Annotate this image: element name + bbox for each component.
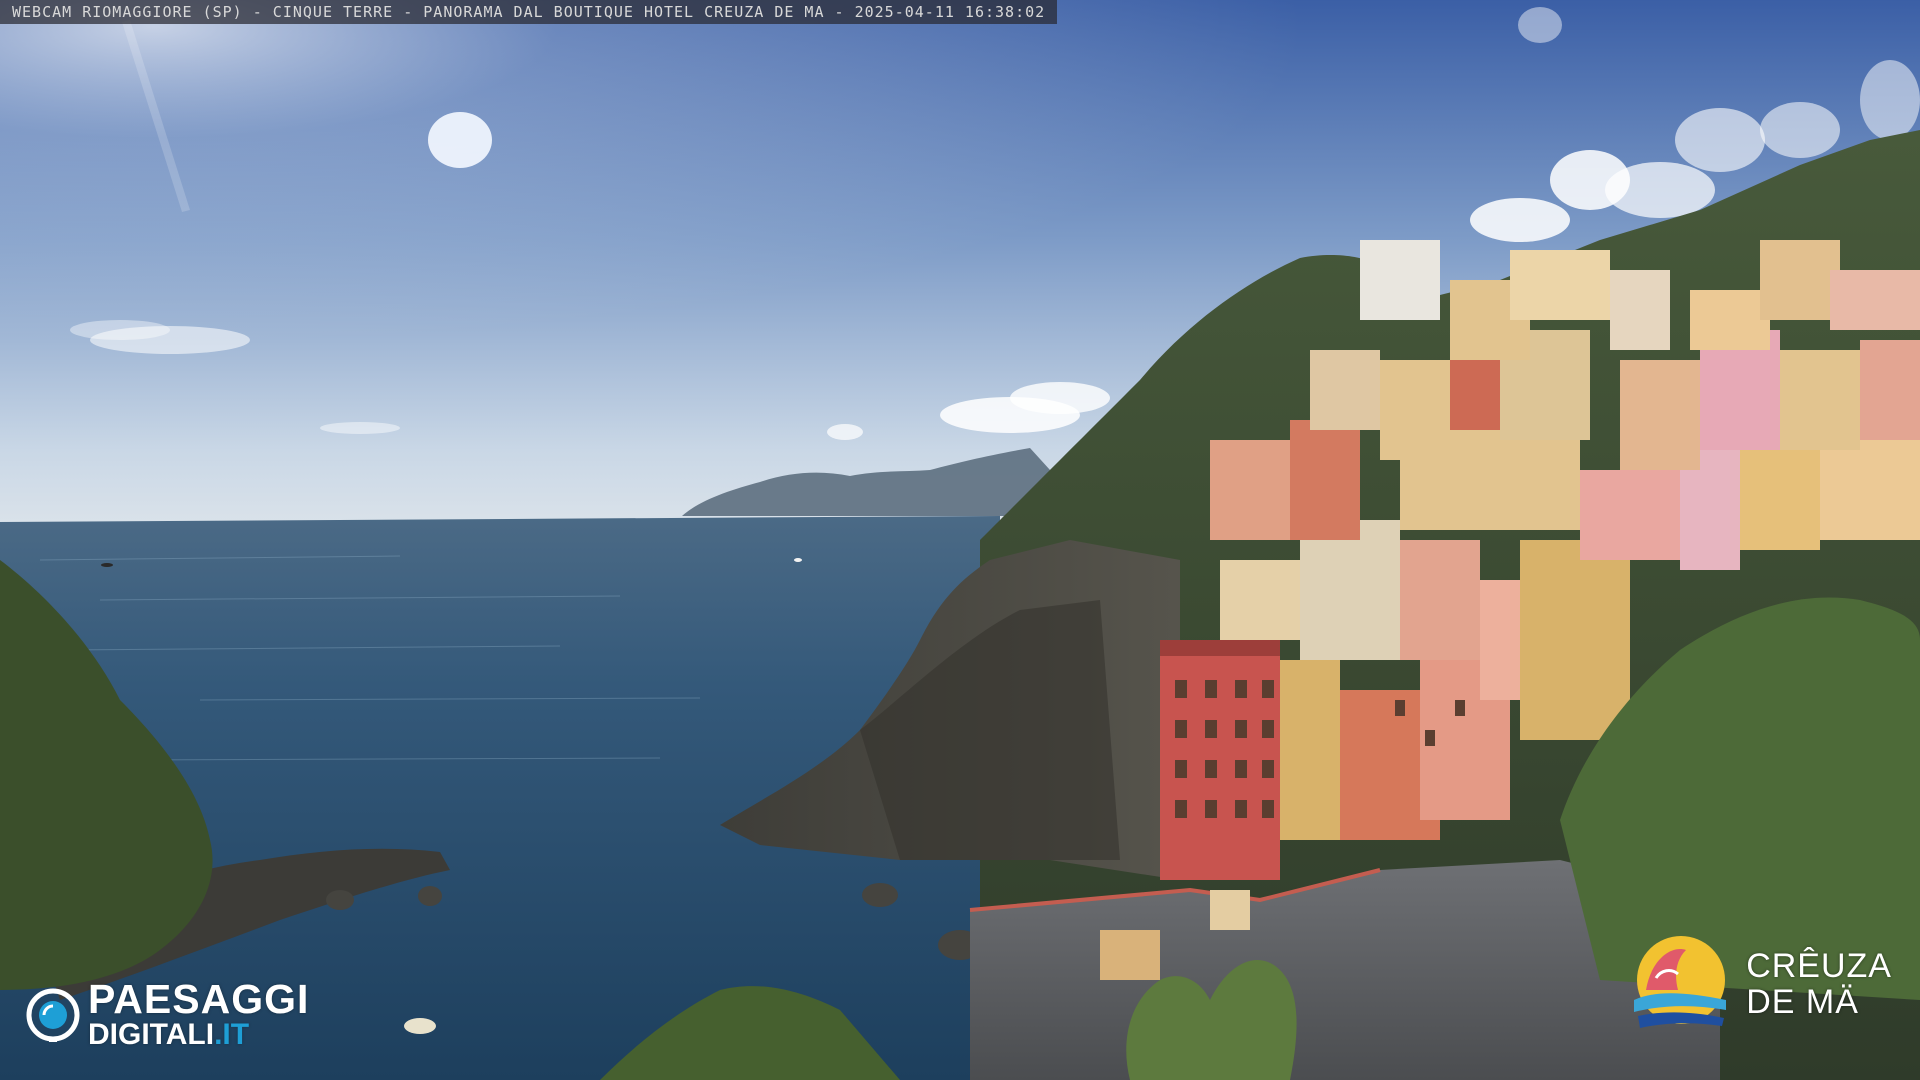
boat bbox=[101, 563, 113, 567]
lens-flare bbox=[428, 112, 492, 168]
webcam-caption: WEBCAM RIOMAGGIORE (SP) - CINQUE TERRE -… bbox=[12, 3, 1046, 21]
creuza-de-ma-logo: CRÊUZA DE MÄ bbox=[1626, 930, 1892, 1040]
logo-text-digitali: DIGITALI bbox=[88, 1018, 215, 1051]
dinghy bbox=[404, 1018, 436, 1034]
logo-text-domain: .IT bbox=[214, 1018, 250, 1051]
paesaggi-digitali-logo: PAESAGGI DIGITALI .IT bbox=[26, 979, 309, 1050]
logo-text-de-ma: DE MÄ bbox=[1746, 983, 1859, 1021]
boat bbox=[794, 558, 802, 562]
logo-text-creuza: CRÊUZA bbox=[1746, 947, 1892, 986]
chimney bbox=[1100, 930, 1160, 980]
logo-text-paesaggi: PAESAGGI bbox=[88, 976, 310, 1022]
creuza-de-ma-emblem-icon bbox=[1626, 930, 1736, 1040]
webcam-panorama bbox=[0, 0, 1920, 1080]
eye-camera-icon bbox=[26, 988, 80, 1042]
chimney bbox=[1210, 890, 1250, 930]
webcam-caption-bar: WEBCAM RIOMAGGIORE (SP) - CINQUE TERRE -… bbox=[0, 0, 1058, 24]
